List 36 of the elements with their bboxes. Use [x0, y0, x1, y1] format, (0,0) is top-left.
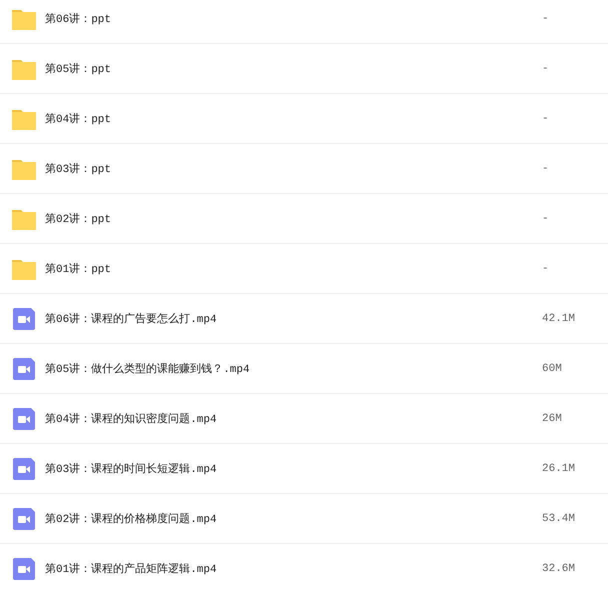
file-size: 53.4M	[542, 512, 576, 524]
video-file-icon	[13, 508, 35, 530]
file-name[interactable]: 第01讲：ppt	[45, 261, 542, 276]
file-name[interactable]: 第03讲：ppt	[45, 161, 542, 176]
folder-icon	[12, 58, 36, 80]
file-name[interactable]: 第06讲：课程的广告要怎么打.mp4	[45, 311, 542, 326]
folder-icon	[12, 108, 36, 130]
folder-icon	[12, 158, 36, 180]
video-file-icon	[13, 358, 35, 380]
file-size: -	[542, 12, 550, 24]
file-size: -	[542, 62, 550, 74]
file-size: 60M	[542, 362, 563, 374]
video-file-icon	[13, 308, 35, 330]
folder-icon	[12, 258, 36, 280]
file-size: -	[542, 162, 550, 174]
file-size: 26M	[542, 412, 563, 424]
file-name[interactable]: 第04讲：ppt	[45, 111, 542, 126]
file-size: -	[542, 212, 550, 224]
folder-icon	[12, 208, 36, 230]
file-name[interactable]: 第03讲：课程的时间长短逻辑.mp4	[45, 461, 542, 476]
file-name[interactable]: 第01讲：课程的产品矩阵逻辑.mp4	[45, 561, 542, 576]
file-name[interactable]: 第04讲：课程的知识密度问题.mp4	[45, 411, 542, 426]
video-file-icon	[13, 408, 35, 430]
file-name[interactable]: 第05讲：ppt	[45, 61, 542, 76]
file-size: 26.1M	[542, 462, 576, 474]
file-size: 42.1M	[542, 312, 576, 324]
file-name[interactable]: 第06讲：ppt	[45, 11, 542, 26]
file-name[interactable]: 第05讲：做什么类型的课能赚到钱？.mp4	[45, 361, 542, 376]
video-file-icon	[13, 458, 35, 480]
file-size: -	[542, 112, 550, 124]
file-size: 32.6M	[542, 562, 576, 574]
video-file-icon	[13, 558, 35, 580]
folder-icon	[12, 8, 36, 30]
file-size: -	[542, 262, 550, 274]
file-name[interactable]: 第02讲：课程的价格梯度问题.mp4	[45, 511, 542, 526]
file-name[interactable]: 第02讲：ppt	[45, 211, 542, 226]
